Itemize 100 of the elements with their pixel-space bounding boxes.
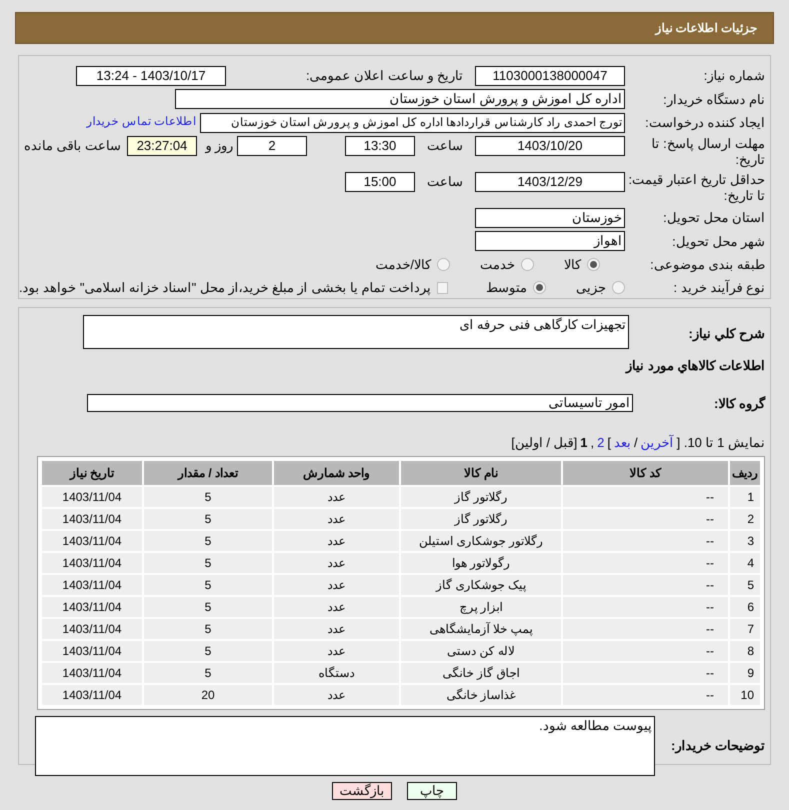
table-cell: 5 xyxy=(144,574,272,594)
current-page: 1 xyxy=(580,434,588,452)
table-cell: 1403/11/04 xyxy=(42,662,142,682)
table-cell: عدد xyxy=(274,552,399,572)
table-cell: 5 xyxy=(144,640,272,660)
table-cell: رگلاتور گاز xyxy=(401,508,561,528)
buyer-field: اداره کل اموزش و پرورش استان خوزستان xyxy=(175,89,625,110)
description-field: تجهیزات کارگاهی فنی حرفه ای xyxy=(83,315,629,349)
column-header: ردیف xyxy=(730,460,760,484)
field-label: توضیحات خریدار: xyxy=(670,736,765,756)
field-label: روز و xyxy=(204,136,234,156)
table-cell: 2 xyxy=(730,508,760,528)
page-title: جزئیات اطلاعات نیاز xyxy=(655,20,757,37)
table-cell: 7 xyxy=(730,618,760,638)
announce-date-field: 1403/10/17 - 13:24 xyxy=(76,66,226,86)
field-label: ساعت xyxy=(426,172,464,191)
table-cell: رگلاتور گاز xyxy=(401,486,561,506)
table-cell: -- xyxy=(563,684,728,704)
payment-note: پرداخت تمام یا بخشی از مبلغ خرید،از محل "اسناد خزانه اسلامی" خواهد بود. xyxy=(19,279,432,298)
table-cell: 5 xyxy=(144,486,272,506)
pagination-text: [قبل / اولین] xyxy=(511,434,578,452)
column-header: واحد شمارش xyxy=(274,460,399,484)
radio-button[interactable] xyxy=(612,281,625,294)
radio-label: جزیی xyxy=(576,279,606,298)
radio-button[interactable] xyxy=(521,258,534,272)
field-label: مهلت ارسال پاسخ: تا تاریخ: xyxy=(650,136,765,168)
table-cell: 10 xyxy=(730,684,760,704)
table-cell: 5 xyxy=(144,530,272,550)
days-field: 2 xyxy=(237,136,307,156)
table-cell: 5 xyxy=(144,596,272,616)
radio-label: کالا xyxy=(564,256,581,274)
table-cell: -- xyxy=(563,486,728,506)
table-cell: عدد xyxy=(274,618,399,638)
buyer-contact-link[interactable]: اطلاعات تماس خریدار xyxy=(86,114,196,132)
pagination-text: نمایش 1 تا 10. [ xyxy=(676,434,765,452)
field-label: نام دستگاه خریدار: xyxy=(662,90,765,110)
table-cell: 1403/11/04 xyxy=(42,684,142,704)
table-cell: 1403/11/04 xyxy=(42,508,142,528)
field-label: نوع فرآیند خرید : xyxy=(672,278,765,298)
table-cell: 5 xyxy=(144,508,272,528)
table-cell: پمپ خلا آزمایشگاهی xyxy=(401,618,561,638)
field-label: استان محل تحویل: xyxy=(662,209,765,228)
column-header: تعداد / مقدار xyxy=(144,460,272,484)
group-field: امور تاسیساتی xyxy=(87,394,633,412)
table-cell: 5 xyxy=(730,574,760,594)
table-cell: لاله کن دستی xyxy=(401,640,561,660)
table-cell: عدد xyxy=(274,530,399,550)
radio-button[interactable] xyxy=(587,258,600,272)
table-cell: عدد xyxy=(274,596,399,616)
field-label: ساعت باقی مانده xyxy=(24,136,122,155)
table-cell: غذاساز خانگی xyxy=(401,684,561,704)
field-label: طبقه بندی موضوعی: xyxy=(649,256,765,274)
table-cell: اجاق گاز خانگی xyxy=(401,662,561,682)
pagination-text: / xyxy=(634,434,638,452)
table-cell: -- xyxy=(563,574,728,594)
table-cell: پیک جوشکاری گاز xyxy=(401,574,561,594)
pagination-link[interactable]: بعد xyxy=(614,433,631,452)
field-label: ساعت xyxy=(426,136,464,155)
table-cell: ابزار پرچ xyxy=(401,596,561,616)
table-cell: 1403/11/04 xyxy=(42,596,142,616)
need-number-field: 1103000138000047 xyxy=(475,66,625,86)
deadline-time-field: 13:30 xyxy=(345,136,415,156)
table-cell: -- xyxy=(563,662,728,682)
field-label: شهر محل تحویل: xyxy=(671,232,765,252)
table-cell: -- xyxy=(563,640,728,660)
radio-button[interactable] xyxy=(437,258,450,272)
table-cell: 5 xyxy=(144,552,272,572)
table-cell: 1403/11/04 xyxy=(42,486,142,506)
pagination-link[interactable]: 2 xyxy=(597,433,604,452)
table-cell: رگولاتور هوا xyxy=(401,552,561,572)
pagination-text: , xyxy=(590,434,594,452)
remaining-time-field: 23:27:04 xyxy=(127,136,197,156)
requester-field: تورج احمدی راد کارشناس قراردادها اداره کل اموزش و پرورش استان خوزستان xyxy=(200,112,625,133)
back-button[interactable]: بازگشت xyxy=(332,782,392,800)
table-cell: 9 xyxy=(730,662,760,682)
field-label: شماره نیاز: xyxy=(702,67,765,86)
table-cell: 4 xyxy=(730,552,760,572)
pagination-link[interactable]: آخرین xyxy=(640,433,674,452)
table-cell: 5 xyxy=(144,618,272,638)
table-cell: -- xyxy=(563,508,728,528)
table-cell: 5 xyxy=(144,662,272,682)
table-cell: 1 xyxy=(730,486,760,506)
table-cell: دستگاه xyxy=(274,662,399,682)
field-label: ایجاد کننده درخواست: xyxy=(644,114,765,132)
radio-label: کالا/خدمت xyxy=(375,256,431,274)
checkbox[interactable] xyxy=(437,282,448,294)
radio-label: خدمت xyxy=(480,256,515,274)
table-cell: 1403/11/04 xyxy=(42,640,142,660)
field-label: حداقل تاریخ اعتبار قیمت: تا تاریخ: xyxy=(628,172,765,204)
notes-field: پیوست مطالعه شود. xyxy=(35,716,655,776)
table-cell: 1403/11/04 xyxy=(42,618,142,638)
table-cell: 6 xyxy=(730,596,760,616)
radio-button[interactable] xyxy=(532,281,546,294)
table-cell: عدد xyxy=(274,508,399,528)
table-cell: عدد xyxy=(274,640,399,660)
column-header: نام کالا xyxy=(401,460,561,484)
print-button[interactable]: چاپ xyxy=(407,782,457,800)
table-cell: -- xyxy=(563,596,728,616)
city-field: اهواز xyxy=(475,231,625,252)
table-cell: 3 xyxy=(730,530,760,550)
